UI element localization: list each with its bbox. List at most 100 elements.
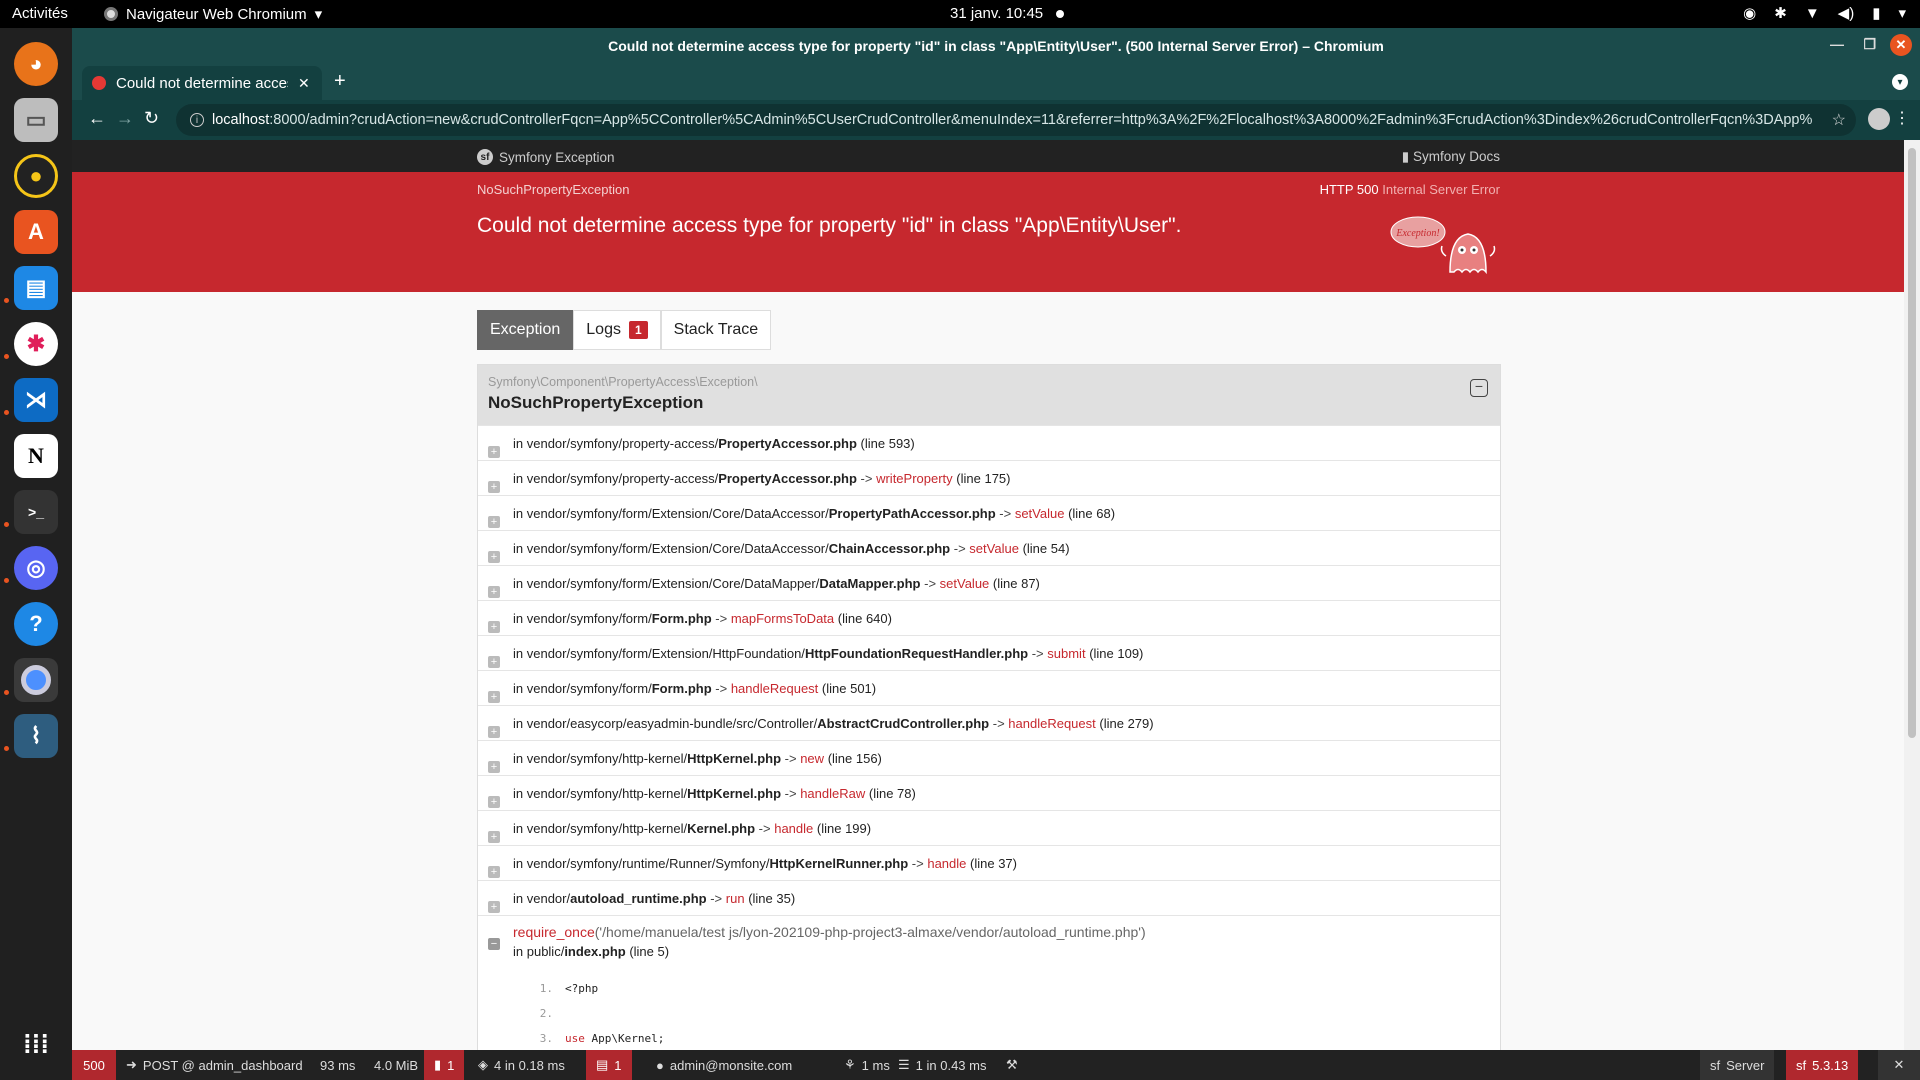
- expand-icon[interactable]: +: [488, 796, 500, 808]
- rhythmbox-icon[interactable]: ●: [14, 154, 58, 198]
- expand-icon[interactable]: +: [488, 481, 500, 493]
- symfony-ghost-favicon-icon: [92, 76, 106, 90]
- clock[interactable]: 31 janv. 10:45: [950, 5, 1043, 22]
- power-menu-icon[interactable]: ▾: [1898, 4, 1906, 22]
- status-code-badge[interactable]: 500: [72, 1050, 116, 1080]
- symfony-server-icon: sf: [1710, 1057, 1721, 1073]
- minimize-icon[interactable]: —: [1830, 36, 1844, 52]
- collapse-icon[interactable]: −: [1470, 379, 1488, 397]
- trace-header: Symfony\Component\PropertyAccess\Excepti…: [478, 365, 1500, 425]
- expand-icon[interactable]: +: [488, 586, 500, 598]
- logs-panel[interactable]: ▤ 1: [586, 1050, 632, 1080]
- software-center-icon[interactable]: A: [14, 210, 58, 254]
- trace-row[interactable]: + in vendor/symfony/http-kernel/HttpKerne…: [478, 740, 1500, 775]
- help-icon[interactable]: ?: [14, 602, 58, 646]
- expand-icon[interactable]: +: [488, 831, 500, 843]
- expand-icon[interactable]: +: [488, 691, 500, 703]
- system-tray[interactable]: ◉ ✱ ▼ ◀) ▮ ▾: [1743, 4, 1906, 23]
- discord-icon[interactable]: ◎: [14, 546, 58, 590]
- show-apps-icon[interactable]: ⁞⁞⁞: [14, 1022, 58, 1066]
- tab-logs[interactable]: Logs 1: [573, 310, 661, 350]
- trace-row[interactable]: + in vendor/symfony/runtime/Runner/Symfon…: [478, 845, 1500, 880]
- trace-row[interactable]: + in vendor/easycorp/easyadmin-bundle/src…: [478, 705, 1500, 740]
- trace-row[interactable]: + in vendor/symfony/form/Extension/Core/D…: [478, 495, 1500, 530]
- firefox-icon[interactable]: ◕: [14, 42, 58, 86]
- trace-row[interactable]: + in vendor/symfony/form/Form.php -> hand…: [478, 670, 1500, 705]
- symfony-version-panel[interactable]: sf 5.3.13: [1786, 1050, 1859, 1080]
- expand-icon[interactable]: +: [488, 761, 500, 773]
- app-menu[interactable]: Navigateur Web Chromium ▾: [104, 5, 322, 23]
- discord-tray-icon[interactable]: ◉: [1743, 4, 1756, 22]
- trace-row[interactable]: + in vendor/symfony/form/Form.php -> mapF…: [478, 600, 1500, 635]
- scrollbar-thumb[interactable]: [1908, 148, 1916, 738]
- forward-icon[interactable]: →: [116, 108, 134, 129]
- trace-row[interactable]: + in vendor/symfony/form/Extension/HttpFo…: [478, 635, 1500, 670]
- debug-panel[interactable]: ⚒: [996, 1050, 1028, 1080]
- slack-icon[interactable]: ✱: [14, 322, 58, 366]
- window-titlebar[interactable]: Could not determine access type for prop…: [72, 28, 1920, 64]
- browser-menu-icon[interactable]: ⋮: [1894, 108, 1910, 128]
- expand-icon[interactable]: +: [488, 901, 500, 913]
- chromium-icon: [104, 7, 118, 21]
- bookmark-star-icon[interactable]: ☆: [1832, 110, 1846, 130]
- tab-stack-trace[interactable]: Stack Trace: [660, 310, 772, 350]
- user-icon: ●: [656, 1057, 664, 1073]
- call-arrow: ->: [1031, 646, 1044, 661]
- mysql-workbench-icon[interactable]: ⌇: [14, 714, 58, 758]
- collapse-row-icon[interactable]: −: [488, 938, 500, 950]
- files-icon[interactable]: ▭: [14, 98, 58, 142]
- profile-avatar[interactable]: [1868, 108, 1890, 130]
- expand-icon[interactable]: +: [488, 516, 500, 528]
- site-info-icon[interactable]: i: [190, 113, 204, 127]
- stack-trace-panel: Symfony\Component\PropertyAccess\Excepti…: [477, 364, 1501, 1050]
- trace-row[interactable]: + in vendor/symfony/form/Extension/Core/D…: [478, 530, 1500, 565]
- trace-row[interactable]: + in vendor/symfony/form/Extension/Core/D…: [478, 565, 1500, 600]
- back-icon[interactable]: ←: [88, 108, 106, 129]
- trace-row[interactable]: + in vendor/autoload_runtime.php -> run (…: [478, 880, 1500, 915]
- expand-icon[interactable]: +: [488, 621, 500, 633]
- trace-row[interactable]: + in vendor/symfony/http-kernel/Kernel.ph…: [478, 810, 1500, 845]
- trace-row[interactable]: + in vendor/symfony/property-access/Prope…: [478, 460, 1500, 495]
- trace-path: in vendor/symfony/form/: [513, 611, 652, 626]
- server-panel[interactable]: sf Server: [1700, 1050, 1775, 1080]
- expand-icon[interactable]: +: [488, 866, 500, 878]
- activities-button[interactable]: Activités: [12, 5, 68, 22]
- tab-close-icon[interactable]: ✕: [298, 75, 310, 92]
- exception-panel[interactable]: ▮ 1: [424, 1050, 465, 1080]
- tab-title: Could not determine access type for prop…: [116, 74, 288, 92]
- memory-panel[interactable]: 4.0 MiB: [364, 1050, 428, 1080]
- browser-window: Could not determine access type for prop…: [72, 28, 1920, 1080]
- expand-icon[interactable]: +: [488, 656, 500, 668]
- browser-tab[interactable]: Could not determine access type for prop…: [82, 66, 322, 100]
- symfony-docs-link[interactable]: ▮ Symfony Docs: [1402, 149, 1500, 165]
- notion-icon[interactable]: N: [14, 434, 58, 478]
- vscode-icon[interactable]: ⋊: [14, 378, 58, 422]
- page-scrollbar[interactable]: [1904, 140, 1920, 1050]
- trace-row[interactable]: + in vendor/symfony/property-access/Prope…: [478, 425, 1500, 460]
- window-close-button[interactable]: ✕: [1890, 34, 1912, 56]
- security-panel[interactable]: ● admin@monsite.com: [646, 1050, 802, 1080]
- maximize-icon[interactable]: ❐: [1863, 36, 1876, 53]
- request-panel[interactable]: ➜ POST @ admin_dashboard: [116, 1050, 313, 1080]
- expand-icon[interactable]: +: [488, 726, 500, 738]
- tab-search-icon[interactable]: ▾: [1892, 74, 1908, 90]
- forms-panel[interactable]: ◈ 4 in 0.18 ms: [468, 1050, 575, 1080]
- slack-tray-icon[interactable]: ✱: [1774, 4, 1787, 22]
- close-toolbar-icon[interactable]: ✕: [1878, 1050, 1920, 1080]
- book-icon: ▮: [1401, 149, 1410, 164]
- expand-icon[interactable]: +: [488, 446, 500, 458]
- chromium-dock-icon[interactable]: [14, 658, 58, 702]
- terminal-icon[interactable]: >_: [14, 490, 58, 534]
- trace-row-expanded[interactable]: − require_once('/home/manuela/test js/ly…: [478, 915, 1500, 1050]
- tab-exception[interactable]: Exception: [477, 310, 574, 350]
- new-tab-icon[interactable]: +: [334, 70, 346, 93]
- doctrine-panel[interactable]: ☰ 1 in 0.43 ms: [888, 1050, 996, 1080]
- reload-icon[interactable]: ↻: [144, 108, 159, 129]
- trace-file: Form.php: [651, 681, 712, 696]
- address-url[interactable]: localhost:8000/admin?crudAction=new&crud…: [212, 112, 1812, 128]
- time-panel[interactable]: 93 ms: [310, 1050, 365, 1080]
- expand-icon[interactable]: +: [488, 551, 500, 563]
- trace-row[interactable]: + in vendor/symfony/http-kernel/HttpKerne…: [478, 775, 1500, 810]
- address-bar[interactable]: i localhost:8000/admin?crudAction=new&cr…: [176, 104, 1856, 136]
- writer-icon[interactable]: ▤: [14, 266, 58, 310]
